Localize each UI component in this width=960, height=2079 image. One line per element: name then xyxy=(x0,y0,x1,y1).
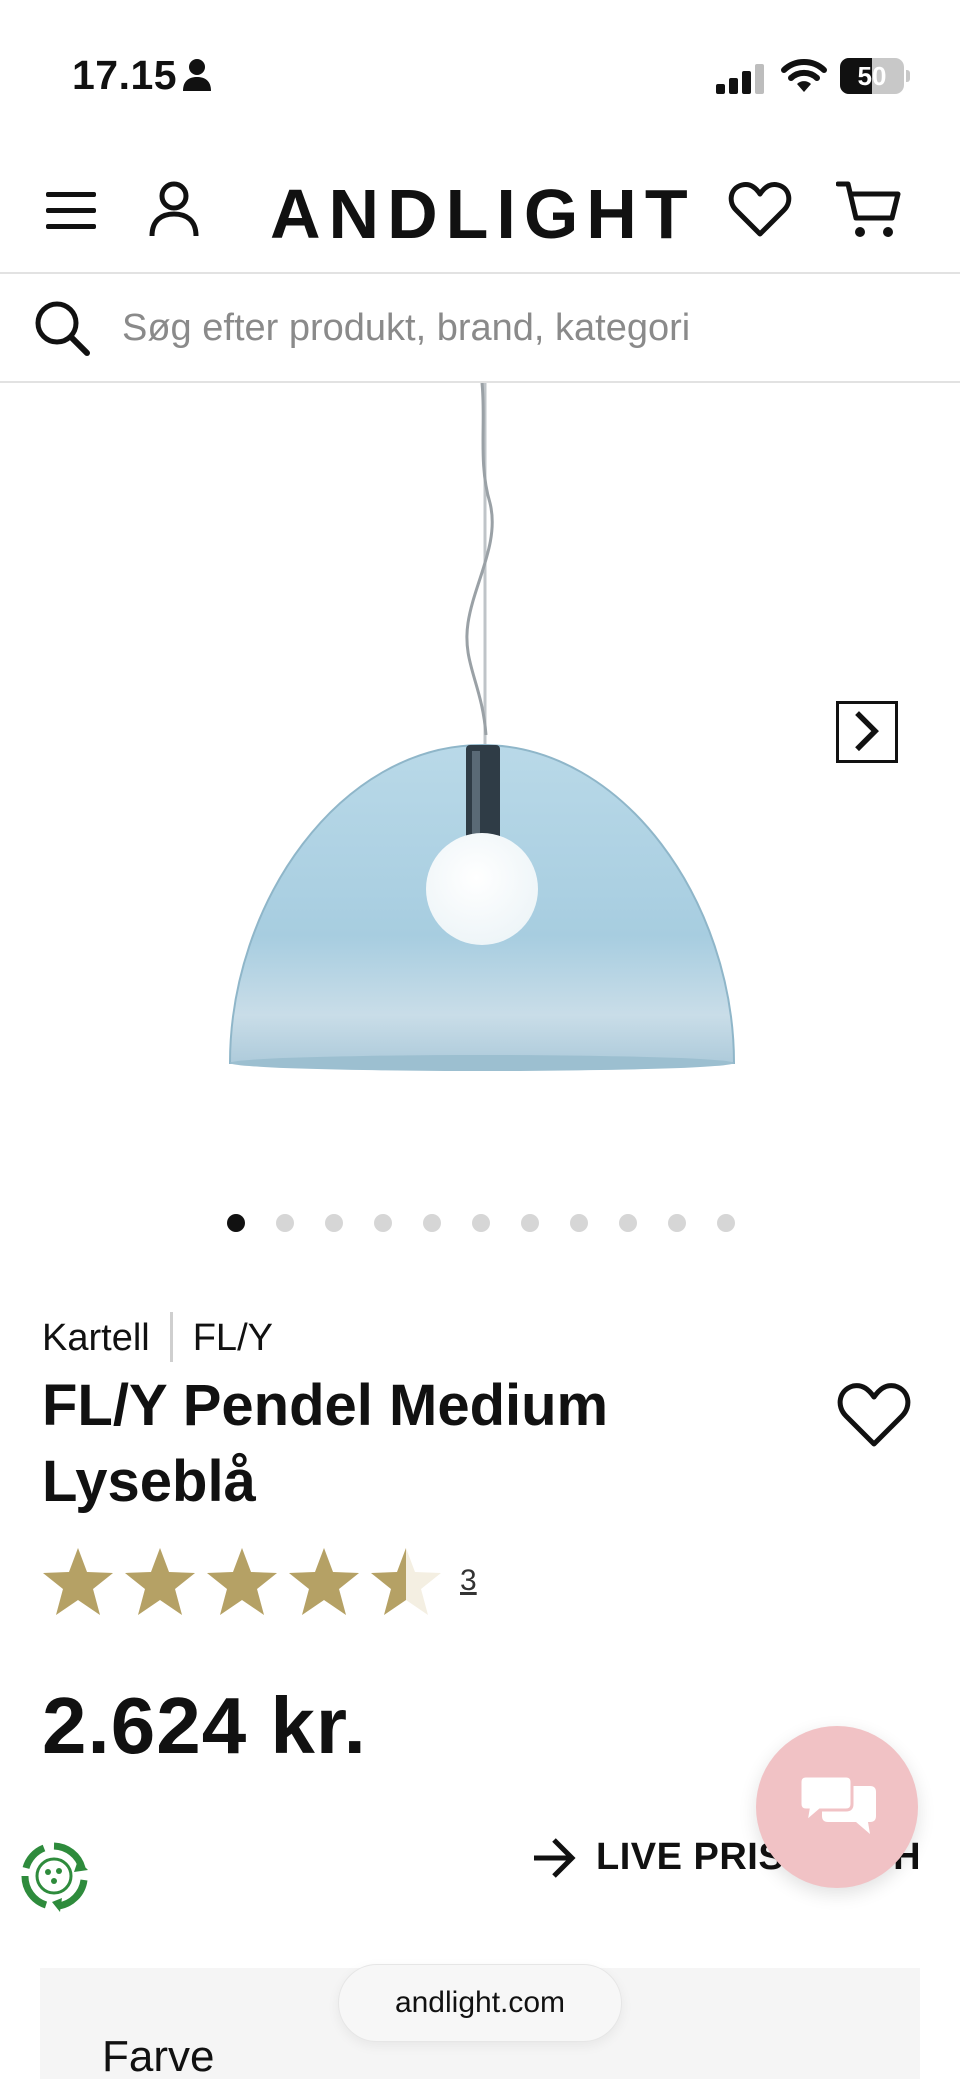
battery-percent: 50 xyxy=(857,61,887,91)
status-bar: 17.15 50 xyxy=(0,0,960,150)
brand-line: Kartell FL/Y xyxy=(42,1312,273,1362)
gallery-pagination xyxy=(0,1211,960,1235)
gallery-dot[interactable] xyxy=(717,1214,735,1232)
gallery-dot[interactable] xyxy=(325,1214,343,1232)
search-input[interactable] xyxy=(122,298,922,358)
heart-icon[interactable] xyxy=(728,180,792,240)
site-header: ANDLIGHT xyxy=(0,160,960,272)
star-icon xyxy=(371,1548,441,1615)
gallery-dot[interactable] xyxy=(570,1214,588,1232)
site-logo[interactable]: ANDLIGHT xyxy=(270,174,696,254)
status-time: 17.15 xyxy=(72,52,178,98)
search-icon[interactable] xyxy=(32,298,92,358)
battery-indicator: 50 xyxy=(840,58,910,94)
person-icon xyxy=(183,59,211,91)
gallery-dot[interactable] xyxy=(227,1214,245,1232)
gallery-dot[interactable] xyxy=(472,1214,490,1232)
brand-link[interactable]: Kartell xyxy=(42,1317,150,1359)
chat-button[interactable] xyxy=(756,1726,918,1888)
gallery-dot[interactable] xyxy=(668,1214,686,1232)
search-bar xyxy=(0,274,960,382)
cart-icon[interactable] xyxy=(836,178,902,242)
product-price: 2.624 kr. xyxy=(42,1681,367,1770)
review-count-link[interactable]: 3 xyxy=(460,1564,477,1598)
gallery-dot[interactable] xyxy=(423,1214,441,1232)
gallery-dot[interactable] xyxy=(619,1214,637,1232)
gallery-dot[interactable] xyxy=(276,1214,294,1232)
product-image-gallery[interactable] xyxy=(0,383,960,1232)
star-icon xyxy=(289,1548,359,1615)
arrow-right-icon xyxy=(534,1838,576,1878)
cellular-signal-icon xyxy=(716,64,764,94)
product-image xyxy=(228,383,736,1071)
brand-separator xyxy=(169,1312,173,1362)
menu-icon[interactable] xyxy=(44,182,100,238)
star-icon xyxy=(125,1548,195,1615)
chat-bubbles-icon xyxy=(798,1774,876,1834)
account-icon[interactable] xyxy=(144,180,204,240)
series-link[interactable]: FL/Y xyxy=(193,1317,273,1359)
star-icon xyxy=(207,1548,277,1615)
wishlist-heart-icon[interactable] xyxy=(836,1380,912,1450)
gallery-dot[interactable] xyxy=(521,1214,539,1232)
gallery-dot[interactable] xyxy=(374,1214,392,1232)
color-option-label: Farve xyxy=(102,2032,215,2079)
product-title: FL/Y Pendel Medium Lyseblå xyxy=(42,1373,609,1514)
chevron-right-icon[interactable] xyxy=(836,701,898,763)
star-icon xyxy=(43,1548,113,1615)
wifi-icon xyxy=(781,59,827,92)
recycle-eco-icon xyxy=(21,1842,88,1912)
browser-url-bar[interactable]: andlight.com xyxy=(338,1964,622,2042)
